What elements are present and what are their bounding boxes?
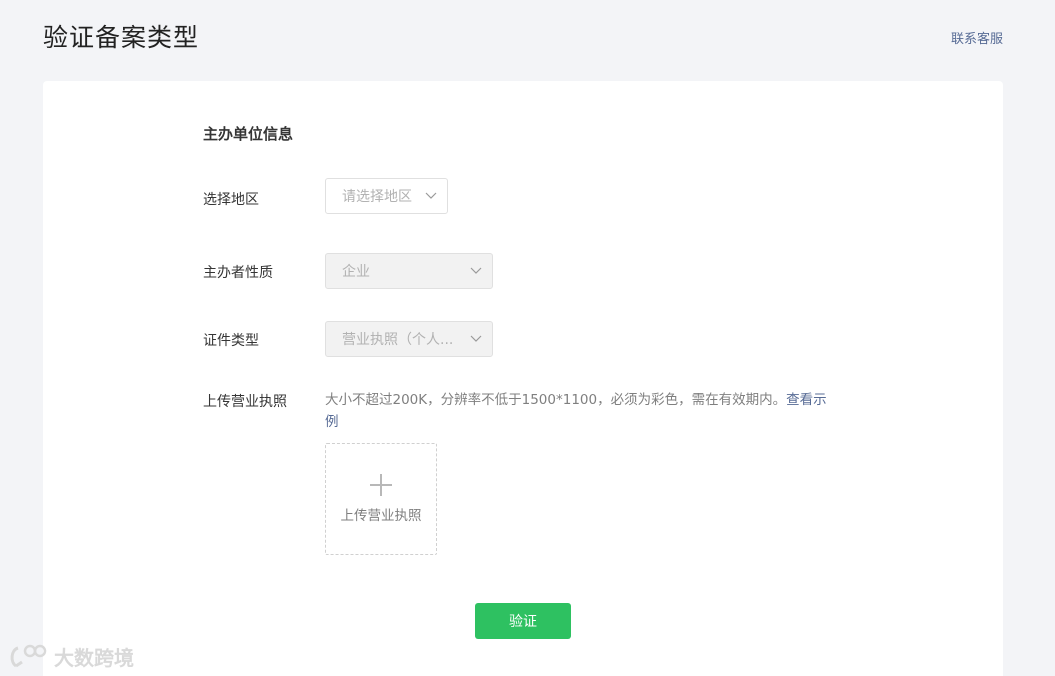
region-label: 选择地区 (203, 192, 259, 208)
chevron-down-icon (470, 267, 482, 274)
watermark-logo-icon (10, 644, 47, 667)
cert-type-select[interactable]: 营业执照（个人... (325, 321, 493, 357)
verify-button[interactable]: 验证 (475, 603, 571, 639)
chevron-down-icon (425, 192, 437, 199)
region-placeholder: 请选择地区 (342, 189, 412, 205)
upload-hint-text: 大小不超过200K，分辨率不低于1500*1100，必须为彩色，需在有效期内。 (325, 392, 787, 408)
license-upload-label: 上传营业执照 (203, 394, 287, 410)
plus-icon (370, 474, 392, 496)
page-title: 验证备案类型 (43, 23, 200, 52)
chevron-down-icon (470, 335, 482, 342)
watermark: 大数跨境 (8, 642, 134, 671)
form-card: 主办单位信息 选择地区 请选择地区 主办者性质 企业 证件类型 营业执照（个人.… (43, 81, 1003, 676)
organizer-type-select[interactable]: 企业 (325, 253, 493, 289)
upload-box-label: 上传营业执照 (340, 508, 422, 524)
license-upload-box[interactable]: 上传营业执照 (325, 443, 437, 555)
organizer-type-label: 主办者性质 (203, 265, 273, 281)
cert-type-value: 营业执照（个人... (342, 332, 454, 348)
upload-hint: 大小不超过200K，分辨率不低于1500*1100，必须为彩色，需在有效期内。查… (325, 389, 840, 433)
cert-type-label: 证件类型 (203, 333, 259, 349)
organizer-type-value: 企业 (342, 264, 370, 280)
section-title: 主办单位信息 (203, 125, 294, 143)
region-select[interactable]: 请选择地区 (325, 178, 448, 214)
contact-support-link[interactable]: 联系客服 (951, 28, 1003, 47)
watermark-text: 大数跨境 (54, 646, 134, 670)
